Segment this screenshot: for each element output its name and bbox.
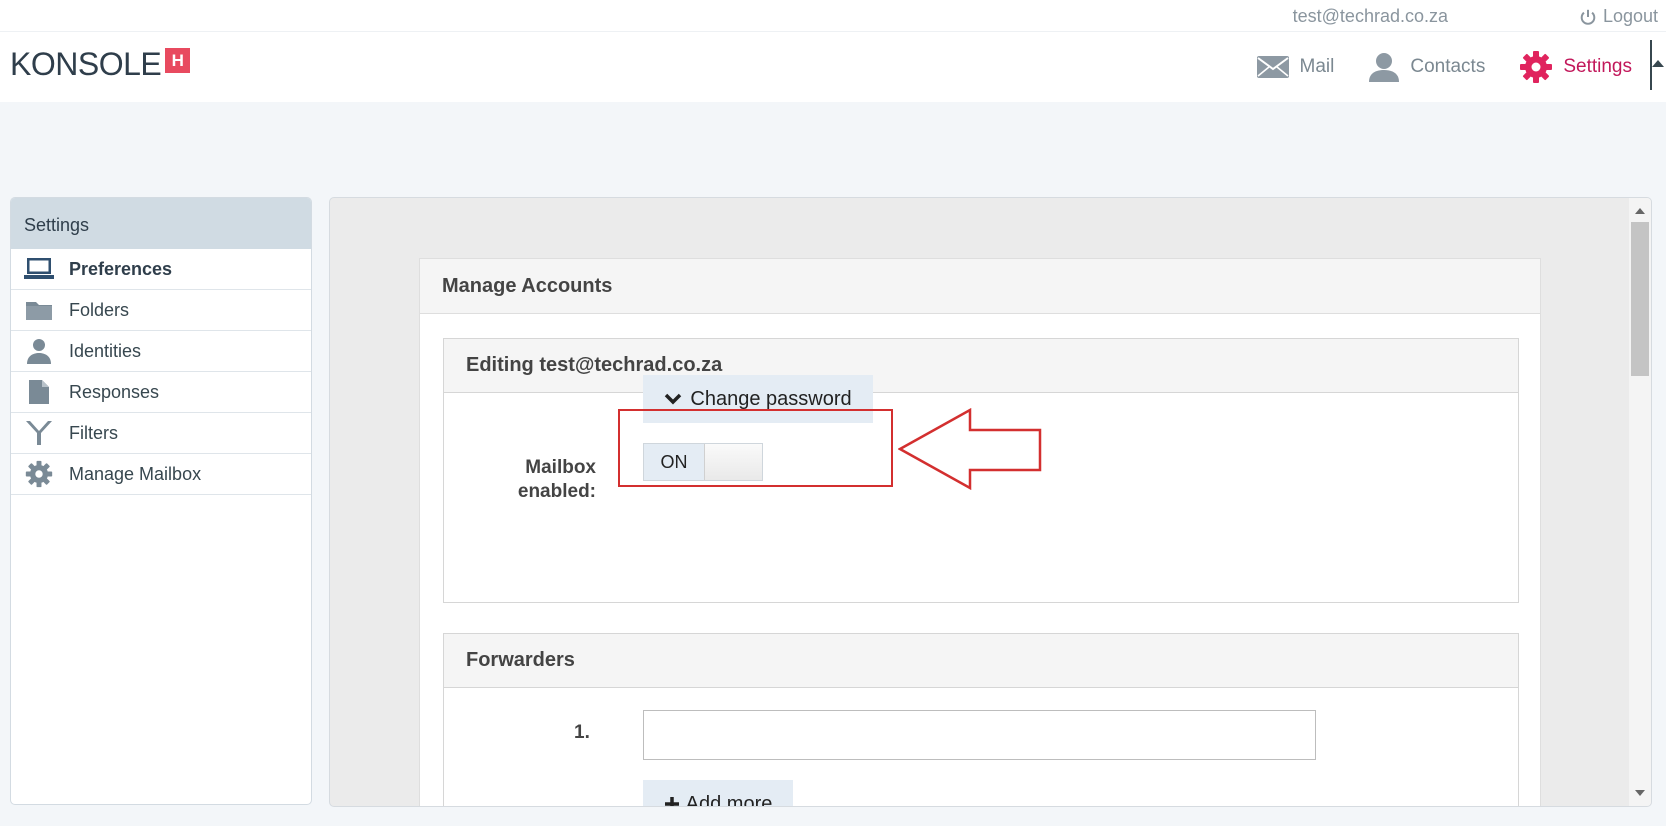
sidebar-item-label: Manage Mailbox [69,463,202,484]
contacts-icon [1369,53,1400,82]
nav-contacts-label: Contacts [1410,56,1486,77]
editing-title: Editing test@techrad.co.za [444,339,1518,393]
card-title: Manage Accounts [420,259,1540,314]
mail-icon [1256,56,1289,78]
main-content: Manage Accounts Editing test@techrad.co.… [329,197,1652,807]
konsole-logo[interactable]: KONSOLE H [10,46,191,83]
forwarder-input[interactable] [643,710,1316,760]
filter-icon [23,419,55,447]
nav-settings[interactable]: Settings [1519,50,1632,84]
mailbox-enabled-label: Mailbox enabled: [517,457,596,502]
sidebar-item-folders[interactable]: Folders [11,290,311,331]
sidebar-item-manage-mailbox[interactable]: Manage Mailbox [11,454,311,495]
top-strip: test@techrad.co.za Logout [0,0,1666,32]
gear-icon [23,460,55,488]
person-icon [23,337,55,365]
sidebar-title: Settings [11,198,311,249]
sidebar-item-label: Folders [69,299,130,320]
power-icon [1580,9,1596,25]
scroll-down-icon[interactable] [1635,790,1645,796]
logout-label: Logout [1602,6,1658,26]
add-more-button[interactable]: Add more [643,780,793,807]
plus-icon [664,797,679,806]
folder-icon [23,296,55,324]
scrollbar[interactable] [1629,198,1651,806]
logout-link[interactable]: Logout [1579,6,1658,27]
laptop-icon [23,255,55,283]
document-icon [23,378,55,406]
nav-settings-label: Settings [1563,56,1632,77]
change-password-label: Change password [690,387,852,410]
sidebar-item-preferences[interactable]: Preferences [11,249,311,290]
nav-contacts[interactable]: Contacts [1368,52,1485,82]
app-header: KONSOLE H Mail Contacts Settings [0,32,1666,102]
scroll-up-icon[interactable] [1635,208,1645,214]
chevron-down-icon [665,393,682,405]
main-nav: Mail Contacts Settings [1256,50,1632,84]
add-more-label: Add more [685,792,773,807]
annotation-highlight-box [618,409,893,487]
settings-sidebar: Settings Preferences Folders Identities … [10,197,312,805]
sidebar-item-responses[interactable]: Responses [11,372,311,413]
nav-mail[interactable]: Mail [1256,55,1335,79]
logo-badge: H [165,48,191,73]
sidebar-item-filters[interactable]: Filters [11,413,311,454]
sidebar-item-label: Filters [69,422,118,443]
forwarders-title: Forwarders [444,634,1518,688]
collapse-caret-icon[interactable] [1652,60,1664,67]
user-email: test@techrad.co.za [1292,6,1448,26]
logo-text: KONSOLE [10,46,162,82]
annotation-arrow-icon [898,408,1042,490]
sidebar-item-identities[interactable]: Identities [11,331,311,372]
sidebar-item-label: Identities [69,340,142,361]
manage-accounts-card: Manage Accounts Editing test@techrad.co.… [419,258,1541,807]
scroll-thumb[interactable] [1631,222,1649,376]
settings-gear-icon [1520,51,1553,83]
sidebar-item-label: Responses [69,381,160,402]
nav-mail-label: Mail [1299,56,1335,77]
forwarders-panel: Forwarders 1. Add more [443,633,1519,807]
forwarder-number: 1. [574,722,590,743]
sidebar-item-label: Preferences [69,258,173,279]
